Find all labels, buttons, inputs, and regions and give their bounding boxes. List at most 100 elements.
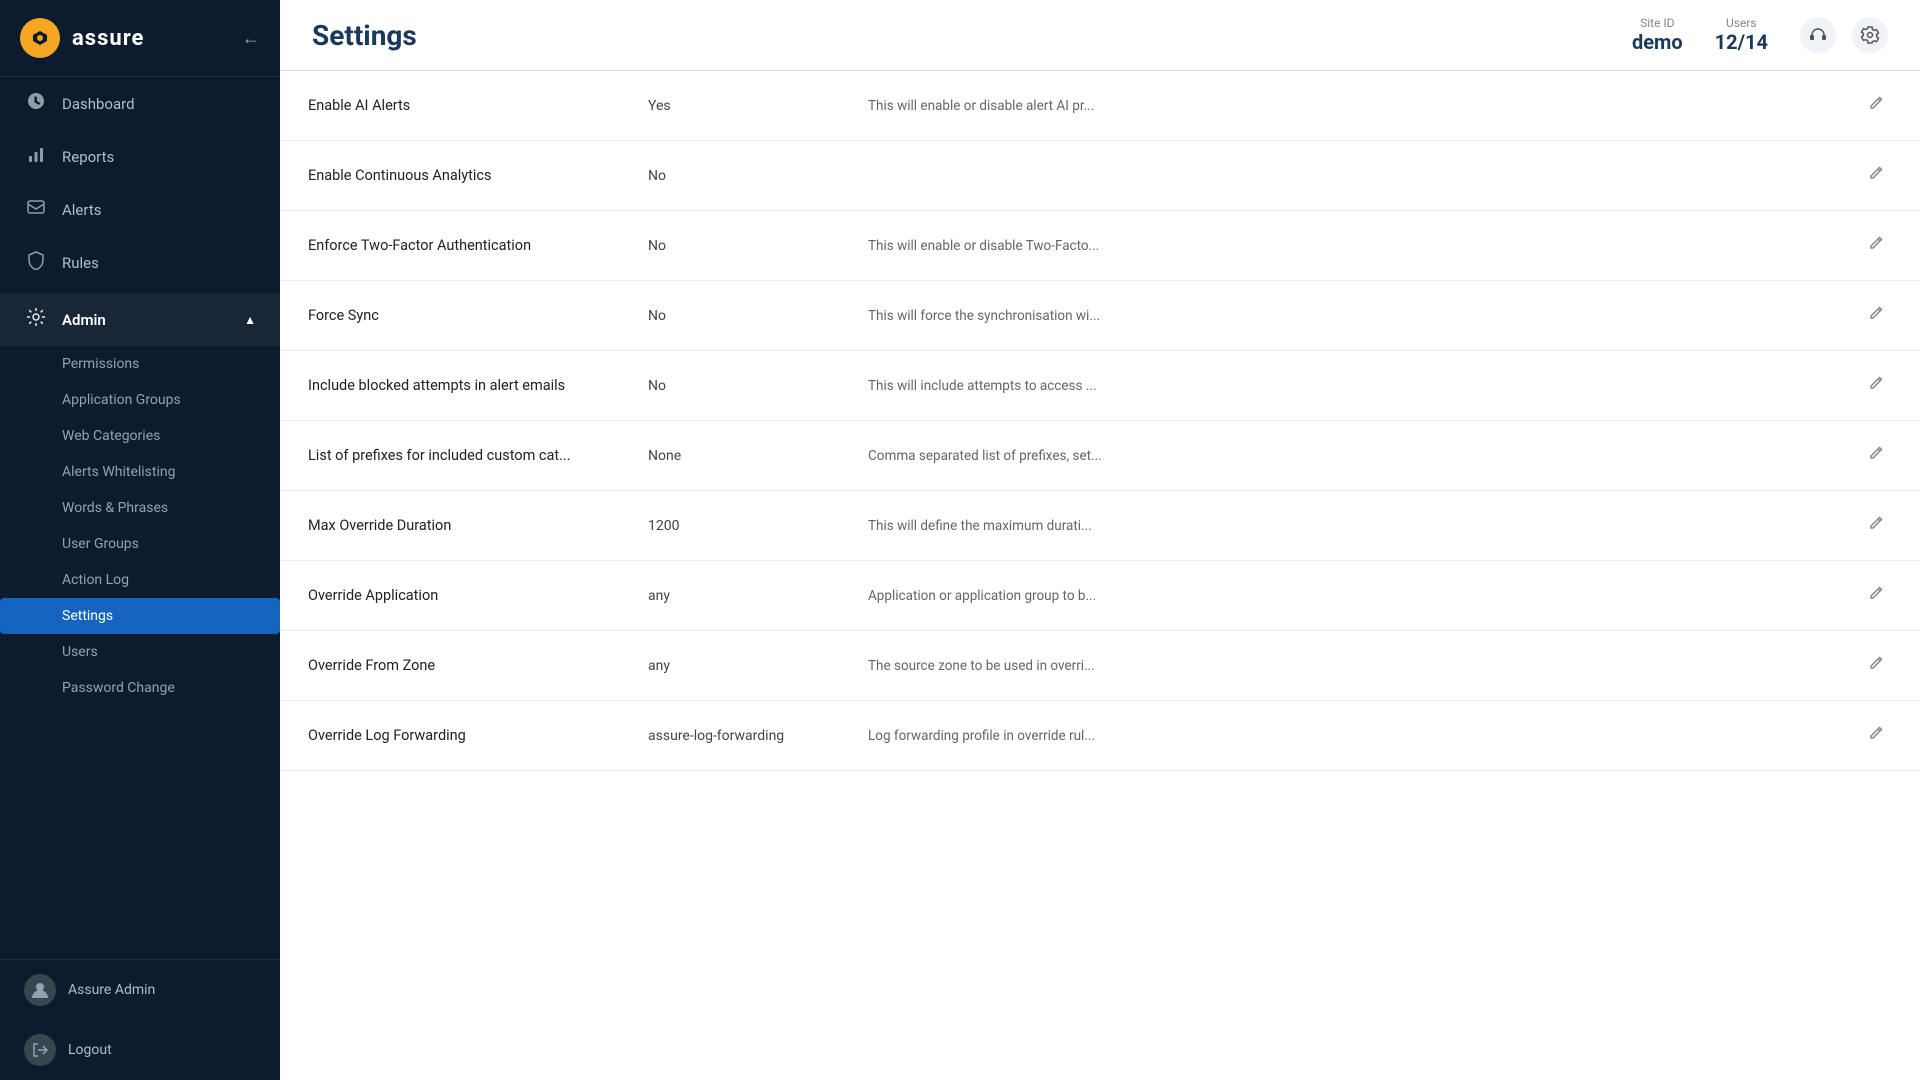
topbar-icons bbox=[1800, 17, 1888, 53]
setting-name: Max Override Duration bbox=[280, 491, 620, 561]
setting-value: any bbox=[620, 561, 840, 631]
setting-value: any bbox=[620, 631, 840, 701]
sidebar-item-password-change[interactable]: Password Change bbox=[0, 670, 280, 706]
setting-edit-cell bbox=[1832, 71, 1920, 141]
edit-button[interactable] bbox=[1860, 161, 1892, 190]
setting-edit-cell bbox=[1832, 281, 1920, 351]
admin-label: Admin bbox=[62, 311, 106, 329]
edit-button[interactable] bbox=[1860, 441, 1892, 470]
setting-name: List of prefixes for included custom cat… bbox=[280, 421, 620, 491]
site-id-stat: Site ID demo bbox=[1632, 16, 1683, 54]
reports-icon bbox=[24, 144, 48, 169]
sidebar-item-alerts-label: Alerts bbox=[62, 201, 102, 219]
users-label: Users bbox=[1715, 16, 1768, 30]
sidebar-item-dashboard-label: Dashboard bbox=[62, 95, 135, 113]
setting-value: None bbox=[620, 421, 840, 491]
sidebar-user-label: Assure Admin bbox=[68, 982, 155, 998]
sidebar-item-web-categories[interactable]: Web Categories bbox=[0, 418, 280, 454]
setting-description: Comma separated list of prefixes, set... bbox=[840, 421, 1832, 491]
setting-edit-cell bbox=[1832, 701, 1920, 771]
site-id-value: demo bbox=[1632, 30, 1683, 54]
sidebar-item-alerts[interactable]: Alerts bbox=[0, 183, 280, 236]
edit-button[interactable] bbox=[1860, 721, 1892, 750]
setting-description: This will define the maximum durati... bbox=[840, 491, 1832, 561]
setting-value: 1200 bbox=[620, 491, 840, 561]
setting-value: No bbox=[620, 351, 840, 421]
edit-button[interactable] bbox=[1860, 231, 1892, 260]
settings-tbody: Enable AI Alerts Yes This will enable or… bbox=[280, 71, 1920, 771]
sidebar-item-reports[interactable]: Reports bbox=[0, 130, 280, 183]
setting-description: This will enable or disable Two-Facto... bbox=[840, 211, 1832, 281]
sidebar-header: assure ← bbox=[0, 0, 280, 77]
app-logo-text: assure bbox=[72, 26, 144, 51]
admin-section: Admin ▲ Permissions Application Groups W… bbox=[0, 293, 280, 706]
headset-button[interactable] bbox=[1800, 17, 1836, 53]
edit-button[interactable] bbox=[1860, 371, 1892, 400]
table-row: Enable Continuous Analytics No bbox=[280, 141, 1920, 211]
settings-table: Enable AI Alerts Yes This will enable or… bbox=[280, 71, 1920, 771]
setting-description bbox=[840, 141, 1832, 211]
setting-name: Include blocked attempts in alert emails bbox=[280, 351, 620, 421]
site-id-label: Site ID bbox=[1632, 16, 1683, 30]
edit-button[interactable] bbox=[1860, 301, 1892, 330]
setting-name: Override Application bbox=[280, 561, 620, 631]
sidebar-item-rules-label: Rules bbox=[62, 254, 99, 272]
sidebar-item-action-log[interactable]: Action Log bbox=[0, 562, 280, 598]
setting-value: No bbox=[620, 211, 840, 281]
sidebar-user-item[interactable]: Assure Admin bbox=[0, 960, 280, 1020]
setting-edit-cell bbox=[1832, 631, 1920, 701]
setting-description: The source zone to be used in overri... bbox=[840, 631, 1832, 701]
sidebar-collapse-button[interactable]: ← bbox=[242, 28, 260, 49]
sidebar-bottom: Assure Admin Logout bbox=[0, 959, 280, 1080]
admin-icon bbox=[24, 307, 48, 332]
sidebar-item-user-groups[interactable]: User Groups bbox=[0, 526, 280, 562]
edit-button[interactable] bbox=[1860, 91, 1892, 120]
sidebar-item-words-phrases[interactable]: Words & Phrases bbox=[0, 490, 280, 526]
setting-edit-cell bbox=[1832, 561, 1920, 631]
sidebar-item-permissions[interactable]: Permissions bbox=[0, 346, 280, 382]
setting-edit-cell bbox=[1832, 351, 1920, 421]
edit-button[interactable] bbox=[1860, 511, 1892, 540]
sidebar-item-reports-label: Reports bbox=[62, 148, 114, 166]
table-row: List of prefixes for included custom cat… bbox=[280, 421, 1920, 491]
main-content: Settings Site ID demo Users 12/14 bbox=[280, 0, 1920, 1080]
users-value: 12/14 bbox=[1715, 30, 1768, 54]
edit-button[interactable] bbox=[1860, 581, 1892, 610]
table-row: Max Override Duration 1200 This will def… bbox=[280, 491, 1920, 561]
setting-name: Override From Zone bbox=[280, 631, 620, 701]
sidebar-item-rules[interactable]: Rules bbox=[0, 236, 280, 289]
admin-subnav: Permissions Application Groups Web Categ… bbox=[0, 346, 280, 706]
sidebar-item-application-groups[interactable]: Application Groups bbox=[0, 382, 280, 418]
logo-icon bbox=[20, 18, 60, 58]
edit-button[interactable] bbox=[1860, 651, 1892, 680]
table-row: Enable AI Alerts Yes This will enable or… bbox=[280, 71, 1920, 141]
logout-icon bbox=[24, 1034, 56, 1066]
setting-description: This will enable or disable alert AI pr.… bbox=[840, 71, 1832, 141]
setting-value: Yes bbox=[620, 71, 840, 141]
setting-value: No bbox=[620, 141, 840, 211]
sidebar-item-dashboard[interactable]: Dashboard bbox=[0, 77, 280, 130]
dashboard-icon bbox=[24, 91, 48, 116]
sidebar-item-settings[interactable]: Settings bbox=[0, 598, 280, 634]
users-stat: Users 12/14 bbox=[1715, 16, 1768, 54]
sidebar-logout-label: Logout bbox=[68, 1042, 112, 1058]
setting-description: This will include attempts to access ... bbox=[840, 351, 1832, 421]
sidebar-logout-item[interactable]: Logout bbox=[0, 1020, 280, 1080]
admin-header[interactable]: Admin ▲ bbox=[0, 293, 280, 346]
setting-value: assure-log-forwarding bbox=[620, 701, 840, 771]
setting-description: This will force the synchronisation wi..… bbox=[840, 281, 1832, 351]
table-row: Override From Zone any The source zone t… bbox=[280, 631, 1920, 701]
sidebar-item-alerts-whitelisting[interactable]: Alerts Whitelisting bbox=[0, 454, 280, 490]
setting-name: Force Sync bbox=[280, 281, 620, 351]
settings-button[interactable] bbox=[1852, 17, 1888, 53]
setting-edit-cell bbox=[1832, 211, 1920, 281]
setting-name: Enforce Two-Factor Authentication bbox=[280, 211, 620, 281]
admin-chevron-icon: ▲ bbox=[244, 313, 256, 327]
table-row: Override Application any Application or … bbox=[280, 561, 1920, 631]
table-row: Force Sync No This will force the synchr… bbox=[280, 281, 1920, 351]
setting-description: Log forwarding profile in override rul..… bbox=[840, 701, 1832, 771]
sidebar-item-users[interactable]: Users bbox=[0, 634, 280, 670]
table-row: Override Log Forwarding assure-log-forwa… bbox=[280, 701, 1920, 771]
setting-edit-cell bbox=[1832, 141, 1920, 211]
setting-value: No bbox=[620, 281, 840, 351]
